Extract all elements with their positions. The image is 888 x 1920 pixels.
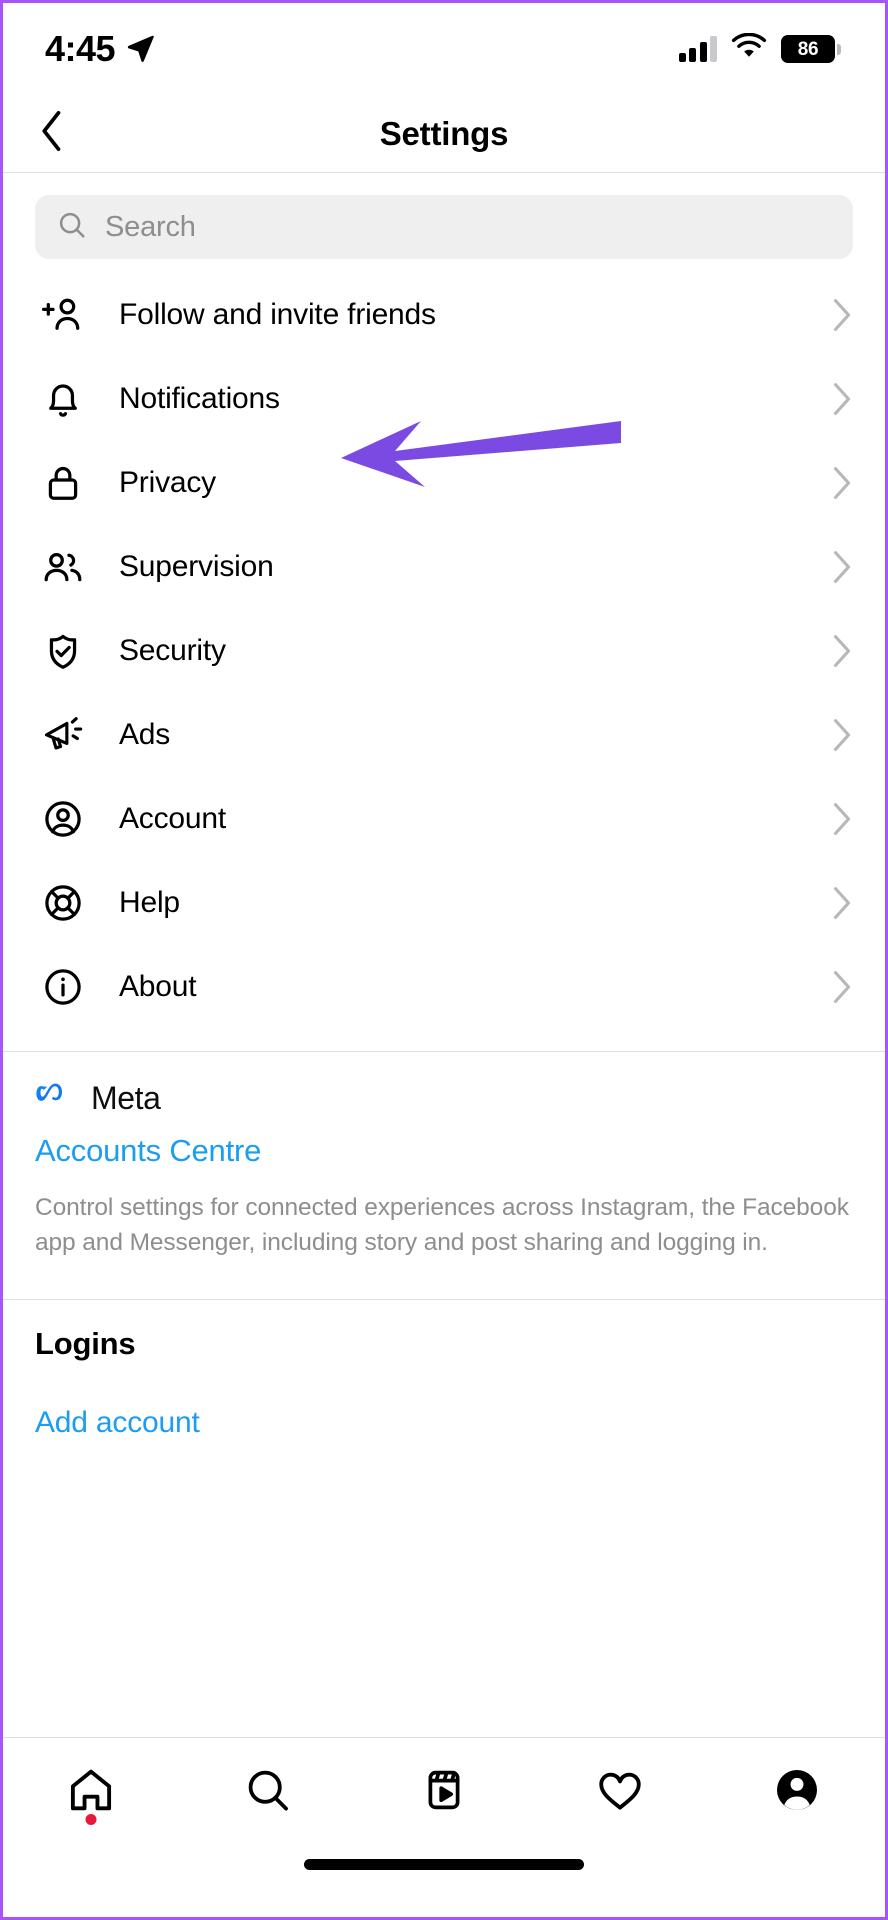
- settings-row-notifications[interactable]: Notifications: [3, 357, 885, 441]
- settings-row-label: Account: [119, 802, 226, 835]
- meta-brand-name: Meta: [91, 1080, 161, 1116]
- chevron-right-icon: [831, 382, 853, 416]
- search-section: Search: [3, 173, 885, 273]
- reels-icon: [420, 1766, 468, 1819]
- logins-section: Logins Add account: [3, 1300, 885, 1466]
- megaphone-icon: [35, 714, 91, 756]
- profile-avatar-icon: [772, 1765, 822, 1820]
- status-time: 4:45: [45, 28, 116, 69]
- tab-home[interactable]: [3, 1738, 179, 1847]
- chevron-right-icon: [831, 718, 853, 752]
- cellular-signal-icon: [678, 36, 717, 62]
- settings-list: Follow and invite friends Notifications: [3, 273, 885, 1039]
- meta-section: Meta Accounts Centre Control settings fo…: [3, 1052, 885, 1287]
- settings-row-follow-and-invite-friends[interactable]: Follow and invite friends: [3, 273, 885, 357]
- chevron-right-icon: [831, 466, 853, 500]
- home-indicator-area: [3, 1847, 885, 1917]
- search-icon: [57, 210, 87, 245]
- chevron-right-icon: [831, 886, 853, 920]
- accounts-centre-link[interactable]: Accounts Centre: [35, 1133, 853, 1169]
- home-indicator[interactable]: [304, 1859, 584, 1870]
- settings-row-label: Help: [119, 886, 180, 919]
- tab-activity[interactable]: [532, 1738, 708, 1847]
- chevron-right-icon: [831, 298, 853, 332]
- settings-row-account[interactable]: Account: [3, 777, 885, 861]
- settings-row-label: Security: [119, 634, 226, 667]
- phone-screen: 4:45 86 Settings Search Follow and invit…: [0, 0, 888, 1920]
- settings-row-security[interactable]: Security: [3, 609, 885, 693]
- person-add-icon: [35, 294, 91, 336]
- settings-row-about[interactable]: About: [3, 945, 885, 1029]
- status-bar-right: 86: [678, 32, 841, 65]
- settings-row-help[interactable]: Help: [3, 861, 885, 945]
- location-arrow-icon: [125, 32, 155, 67]
- settings-row-label: About: [119, 970, 197, 1003]
- tab-search[interactable]: [179, 1738, 355, 1847]
- chevron-left-icon: [35, 109, 69, 158]
- status-bar: 4:45 86: [3, 3, 885, 95]
- back-button[interactable]: [35, 110, 83, 158]
- chevron-right-icon: [831, 802, 853, 836]
- people-icon: [35, 546, 91, 588]
- tab-reels[interactable]: [356, 1738, 532, 1847]
- heart-icon: [595, 1765, 645, 1820]
- home-badge-dot: [85, 1814, 97, 1825]
- shield-check-icon: [35, 630, 91, 672]
- settings-row-label: Privacy: [119, 466, 216, 499]
- search-placeholder: Search: [105, 210, 196, 243]
- settings-row-ads[interactable]: Ads: [3, 693, 885, 777]
- nav-header: Settings: [3, 95, 885, 173]
- meta-logo-icon: [35, 1081, 79, 1116]
- search-input[interactable]: Search: [35, 195, 853, 259]
- chevron-right-icon: [831, 550, 853, 584]
- battery-icon: 86: [781, 35, 841, 63]
- home-icon: [66, 1765, 116, 1820]
- settings-row-privacy[interactable]: Privacy: [3, 441, 885, 525]
- chevron-right-icon: [831, 970, 853, 1004]
- page-title: Settings: [379, 114, 509, 152]
- settings-row-label: Follow and invite friends: [119, 298, 436, 331]
- settings-row-label: Supervision: [119, 550, 274, 583]
- lifebuoy-icon: [35, 882, 91, 924]
- info-circle-icon: [35, 966, 91, 1008]
- logins-title: Logins: [35, 1325, 136, 1361]
- battery-level: 86: [797, 38, 819, 60]
- chevron-right-icon: [831, 634, 853, 668]
- settings-row-label: Notifications: [119, 382, 280, 415]
- search-icon: [244, 1766, 292, 1819]
- bell-icon: [35, 378, 91, 420]
- meta-description: Control settings for connected experienc…: [35, 1194, 849, 1256]
- meta-brand: Meta: [35, 1080, 853, 1117]
- status-bar-left: 4:45: [45, 31, 155, 67]
- settings-content: Search Follow and invite friends Notific…: [3, 173, 885, 1737]
- lock-icon: [35, 462, 91, 504]
- bottom-tab-bar: [3, 1737, 885, 1847]
- add-account-link[interactable]: Add account: [35, 1406, 853, 1440]
- account-circle-icon: [35, 798, 91, 840]
- tab-profile[interactable]: [709, 1738, 885, 1847]
- wifi-icon: [731, 32, 767, 65]
- settings-row-supervision[interactable]: Supervision: [3, 525, 885, 609]
- settings-row-label: Ads: [119, 718, 171, 751]
